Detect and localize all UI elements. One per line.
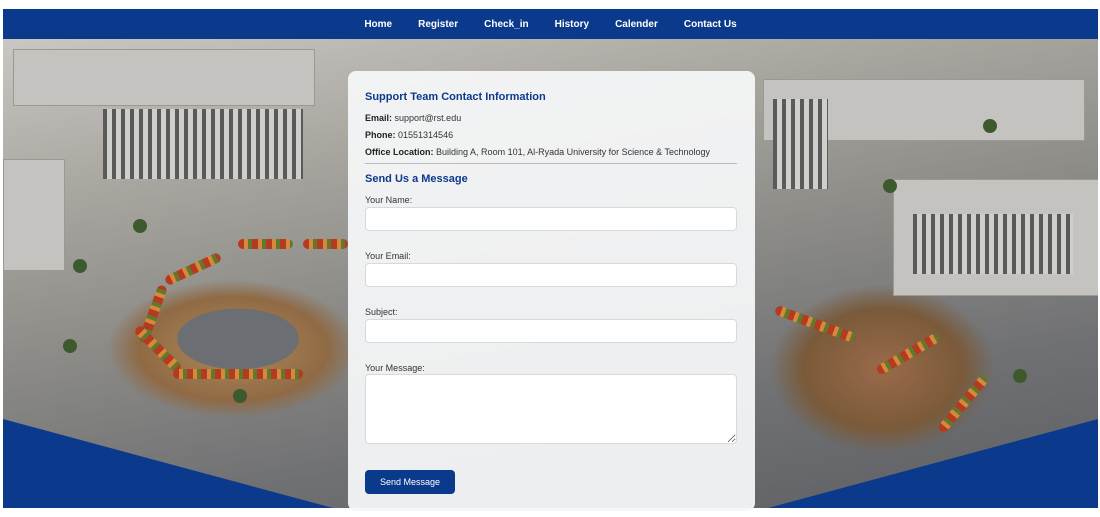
background-building-windows (103, 109, 303, 179)
tree (1013, 369, 1027, 383)
phone-info-label: Phone: (365, 130, 396, 140)
tree (133, 219, 147, 233)
email-info: Email: support@rst.edu (365, 113, 461, 123)
nav-home[interactable]: Home (364, 19, 392, 30)
phone-info: Phone: 01551314546 (365, 130, 453, 140)
tree (983, 119, 997, 133)
decorative-wave-left (3, 419, 333, 508)
send-message-button[interactable]: Send Message (365, 470, 455, 494)
flower-bed (133, 324, 183, 374)
flower-bed (303, 239, 348, 249)
message-label: Your Message: (365, 363, 425, 373)
nav-register[interactable]: Register (418, 19, 458, 30)
background-building (13, 49, 315, 106)
flower-bed (238, 239, 293, 249)
email-info-value: support@rst.edu (394, 113, 462, 123)
flower-bed (936, 373, 990, 435)
message-textarea[interactable] (365, 374, 737, 444)
subject-input[interactable] (365, 319, 737, 343)
contact-info-title: Support Team Contact Information (365, 91, 546, 103)
nav-check-in[interactable]: Check_in (484, 19, 528, 30)
tree (883, 179, 897, 193)
tree (73, 259, 87, 273)
background-building-windows (773, 99, 828, 189)
background-building-windows (913, 214, 1073, 274)
flower-bed (875, 332, 941, 376)
email-label: Your Email: (365, 251, 411, 261)
email-info-label: Email: (365, 113, 393, 123)
tree (233, 389, 247, 403)
contact-card: Support Team Contact Information Email: … (348, 71, 755, 511)
flower-bed (163, 251, 223, 287)
name-input[interactable] (365, 207, 737, 231)
email-input[interactable] (365, 263, 737, 287)
nav-contact-us[interactable]: Contact Us (684, 19, 737, 30)
nav-history[interactable]: History (555, 19, 589, 30)
office-info: Office Location: Building A, Room 101, A… (365, 147, 710, 157)
subject-label: Subject: (365, 307, 398, 317)
background-building (3, 159, 65, 271)
office-info-label: Office Location: (365, 147, 434, 157)
office-info-value: Building A, Room 101, Al-Ryada Universit… (436, 147, 711, 157)
message-form-title: Send Us a Message (365, 173, 468, 185)
section-divider (365, 163, 737, 164)
nav-calender[interactable]: Calender (615, 19, 658, 30)
top-navigation: Home Register Check_in History Calender … (3, 9, 1098, 39)
decorative-wave-right (768, 419, 1098, 508)
flower-bed (773, 304, 858, 344)
tree (63, 339, 77, 353)
flower-bed (173, 369, 303, 379)
phone-info-value: 01551314546 (398, 130, 454, 140)
name-label: Your Name: (365, 195, 413, 205)
